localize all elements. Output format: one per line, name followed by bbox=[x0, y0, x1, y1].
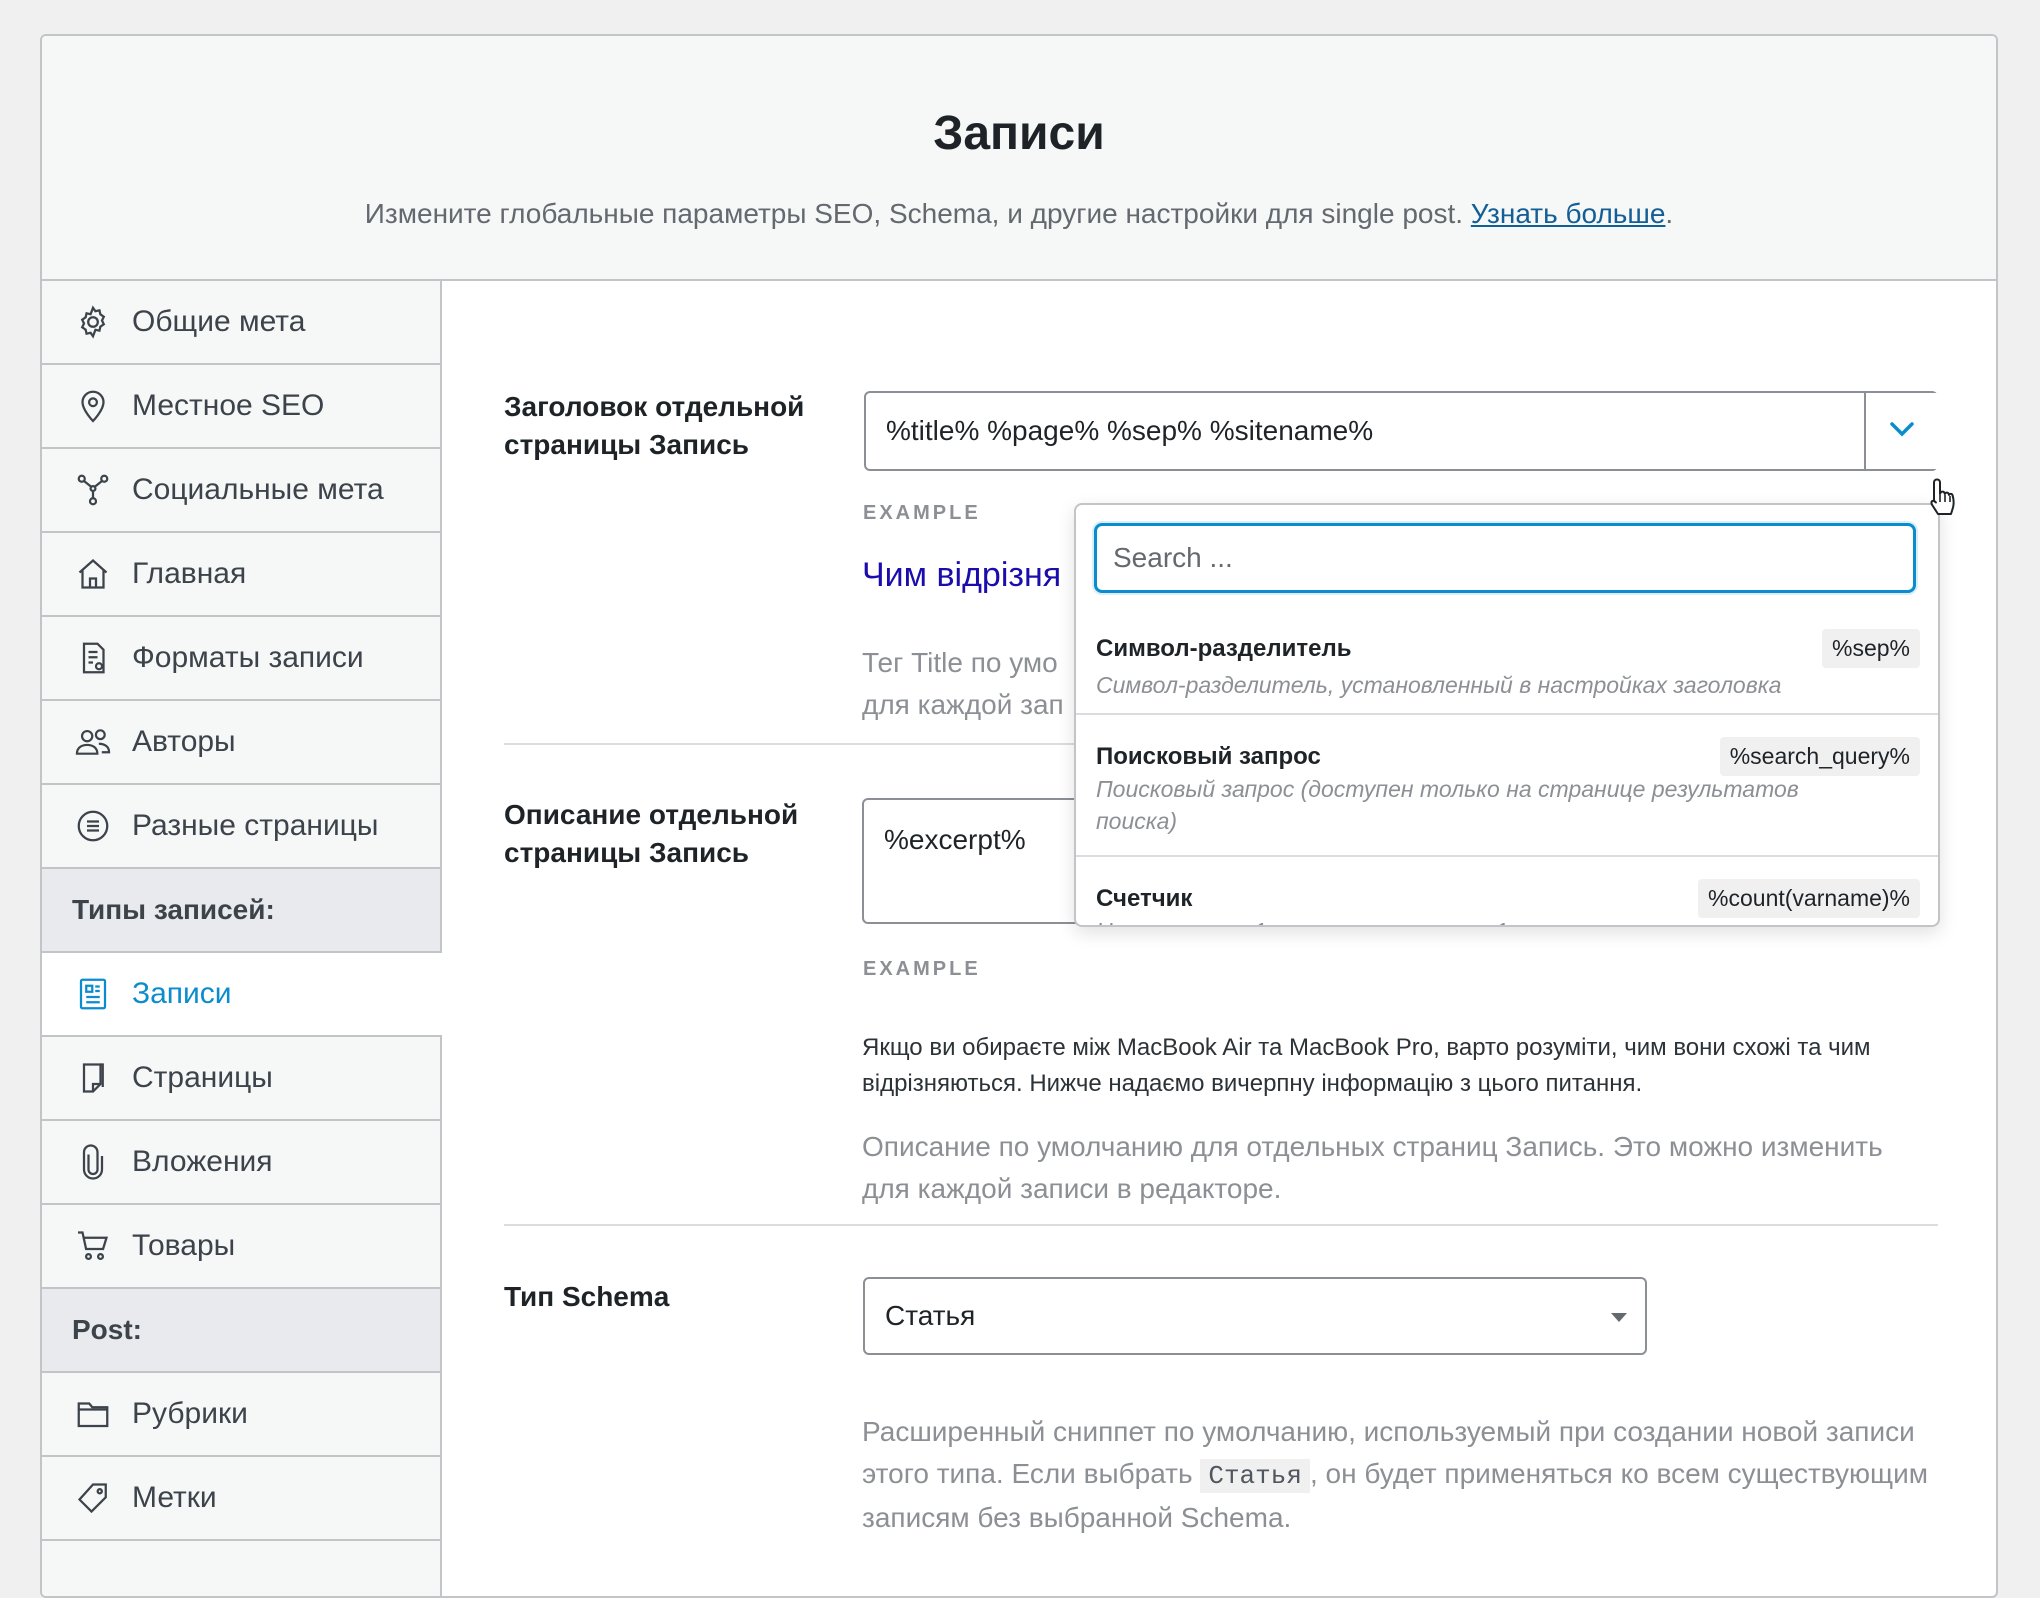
users-icon bbox=[72, 721, 114, 763]
sidebar-item-homepage[interactable]: Главная bbox=[42, 533, 440, 617]
sidebar-item-tags[interactable]: Метки bbox=[42, 1457, 440, 1541]
sidebar-item-label: Социальные мета bbox=[132, 473, 384, 506]
section-divider bbox=[504, 1224, 1938, 1226]
title-template-input[interactable]: %title% %page% %sep% %sitename% bbox=[864, 391, 1938, 471]
page-subtitle: Измените глобальные параметры SEO, Schem… bbox=[42, 198, 1996, 230]
list-circle-icon bbox=[72, 805, 114, 847]
variable-option-name: Символ-разделитель bbox=[1096, 635, 1352, 662]
sidebar-item-label: Общие мета bbox=[132, 305, 306, 338]
variable-option-code: %sep% bbox=[1822, 629, 1920, 668]
pages-icon bbox=[72, 1057, 114, 1099]
sidebar-item-posts[interactable]: Записи bbox=[42, 953, 442, 1037]
sidebar-nav: Общие мета Местное SEO Социальные мета Г… bbox=[42, 281, 442, 1596]
sidebar-item-label: Страницы bbox=[132, 1061, 273, 1094]
sidebar-item-label: Метки bbox=[132, 1481, 217, 1514]
variables-search-input[interactable] bbox=[1094, 523, 1916, 593]
variable-option-search-query[interactable]: Поисковый запрос %search_query% Поисковы… bbox=[1076, 715, 1938, 857]
schema-type-selected: Статья bbox=[885, 1300, 976, 1331]
sidebar-item-categories[interactable]: Рубрики bbox=[42, 1373, 440, 1457]
title-example-preview: Чим відрізня bbox=[862, 556, 1062, 594]
settings-panel: Записи Измените глобальные параметры SEO… bbox=[40, 34, 1998, 1598]
sidebar-item-post-formats[interactable]: Форматы записи bbox=[42, 617, 440, 701]
post-format-icon bbox=[72, 637, 114, 679]
subtitle-text: Измените глобальные параметры SEO, Schem… bbox=[364, 198, 1464, 229]
sidebar-item-attachments[interactable]: Вложения bbox=[42, 1121, 440, 1205]
posts-icon bbox=[72, 973, 114, 1015]
caret-down-icon bbox=[1611, 1313, 1627, 1322]
variable-option-code: %search_query% bbox=[1719, 737, 1920, 776]
sidebar-item-social-meta[interactable]: Социальные мета bbox=[42, 449, 440, 533]
sidebar-item-label: Записи bbox=[132, 977, 232, 1010]
variable-option-code: %count(varname)% bbox=[1698, 879, 1920, 918]
title-field-label: Заголовок отдельной страницы Запись bbox=[504, 391, 805, 460]
sidebar-item-label: Разные страницы bbox=[132, 809, 379, 842]
description-field-label: Описание отдельной страницы Запись bbox=[504, 799, 799, 868]
cart-icon bbox=[72, 1225, 114, 1267]
schema-type-select[interactable]: Статья bbox=[863, 1277, 1647, 1355]
sidebar-item-authors[interactable]: Авторы bbox=[42, 701, 440, 785]
description-example-preview: Якщо ви обираєте між MacBook Air та MacB… bbox=[862, 1034, 1871, 1097]
sidebar-item-label: Товары bbox=[132, 1229, 236, 1262]
sidebar-item-label: Главная bbox=[132, 557, 247, 590]
chevron-down-icon bbox=[1887, 418, 1917, 445]
sidebar-item-label: Местное SEO bbox=[132, 389, 325, 422]
title-help-text: Тег Title по умо для каждой зап bbox=[862, 647, 1064, 720]
home-icon bbox=[72, 553, 114, 595]
sidebar-item-local-seo[interactable]: Местное SEO bbox=[42, 365, 440, 449]
schema-help-text: Расширенный сниппет по умолчанию, исполь… bbox=[862, 1411, 1932, 1539]
page-title: Записи bbox=[933, 107, 1105, 160]
tag-icon bbox=[72, 1477, 114, 1519]
paperclip-icon bbox=[72, 1141, 114, 1183]
variable-option-desc: Символ-разделитель, установленный в наст… bbox=[1096, 672, 1782, 698]
hand-cursor-icon bbox=[1926, 476, 1960, 523]
description-help-text: Описание по умолчанию для отдельных стра… bbox=[862, 1131, 1883, 1204]
map-pin-icon bbox=[72, 385, 114, 427]
subtitle-period: . bbox=[1665, 198, 1674, 229]
sidebar-item-general-meta[interactable]: Общие мета bbox=[42, 281, 440, 365]
sidebar-item-label: Вложения bbox=[132, 1145, 273, 1178]
title-example-label: EXAMPLE bbox=[863, 502, 981, 524]
sidebar-item-misc-pages[interactable]: Разные страницы bbox=[42, 785, 440, 869]
page-header: Записи Измените глобальные параметры SEO… bbox=[42, 36, 1996, 281]
variables-dropdown-toggle[interactable] bbox=[1864, 393, 1938, 469]
gear-icon bbox=[72, 301, 114, 343]
description-template-value: %excerpt% bbox=[884, 824, 1026, 855]
sidebar-item-label: Рубрики bbox=[132, 1397, 248, 1430]
variable-option-desc: Начинается с 1 и увеличивается на 1 bbox=[1096, 915, 1856, 925]
variable-option-name: Поисковый запрос bbox=[1096, 743, 1321, 770]
variable-option-name: Счетчик bbox=[1096, 885, 1193, 912]
variable-option-count[interactable]: Счетчик %count(varname)% Начинается с 1 … bbox=[1076, 857, 1938, 925]
social-network-icon bbox=[72, 469, 114, 511]
sidebar-group-post: Post: bbox=[42, 1289, 440, 1373]
sidebar-item-products[interactable]: Товары bbox=[42, 1205, 440, 1289]
folder-icon bbox=[72, 1393, 114, 1435]
sidebar-item-pages[interactable]: Страницы bbox=[42, 1037, 440, 1121]
variable-option-desc: Поисковый запрос (доступен только на стр… bbox=[1096, 776, 1799, 834]
sidebar-group-post-types: Типы записей: bbox=[42, 869, 440, 953]
sidebar-item-label: Авторы bbox=[132, 725, 236, 758]
title-template-value: %title% %page% %sep% %sitename% bbox=[886, 415, 1374, 446]
sidebar-item-label: Форматы записи bbox=[132, 641, 364, 674]
description-example-label: EXAMPLE bbox=[863, 958, 981, 980]
variable-option-sep[interactable]: Символ-разделитель %sep% Символ-разделит… bbox=[1076, 605, 1938, 715]
schema-type-label: Тип Schema bbox=[504, 1281, 670, 1312]
variables-dropdown: Символ-разделитель %sep% Символ-разделит… bbox=[1074, 503, 1940, 927]
schema-help-code: Статья bbox=[1200, 1459, 1310, 1493]
learn-more-link[interactable]: Узнать больше bbox=[1471, 198, 1666, 229]
